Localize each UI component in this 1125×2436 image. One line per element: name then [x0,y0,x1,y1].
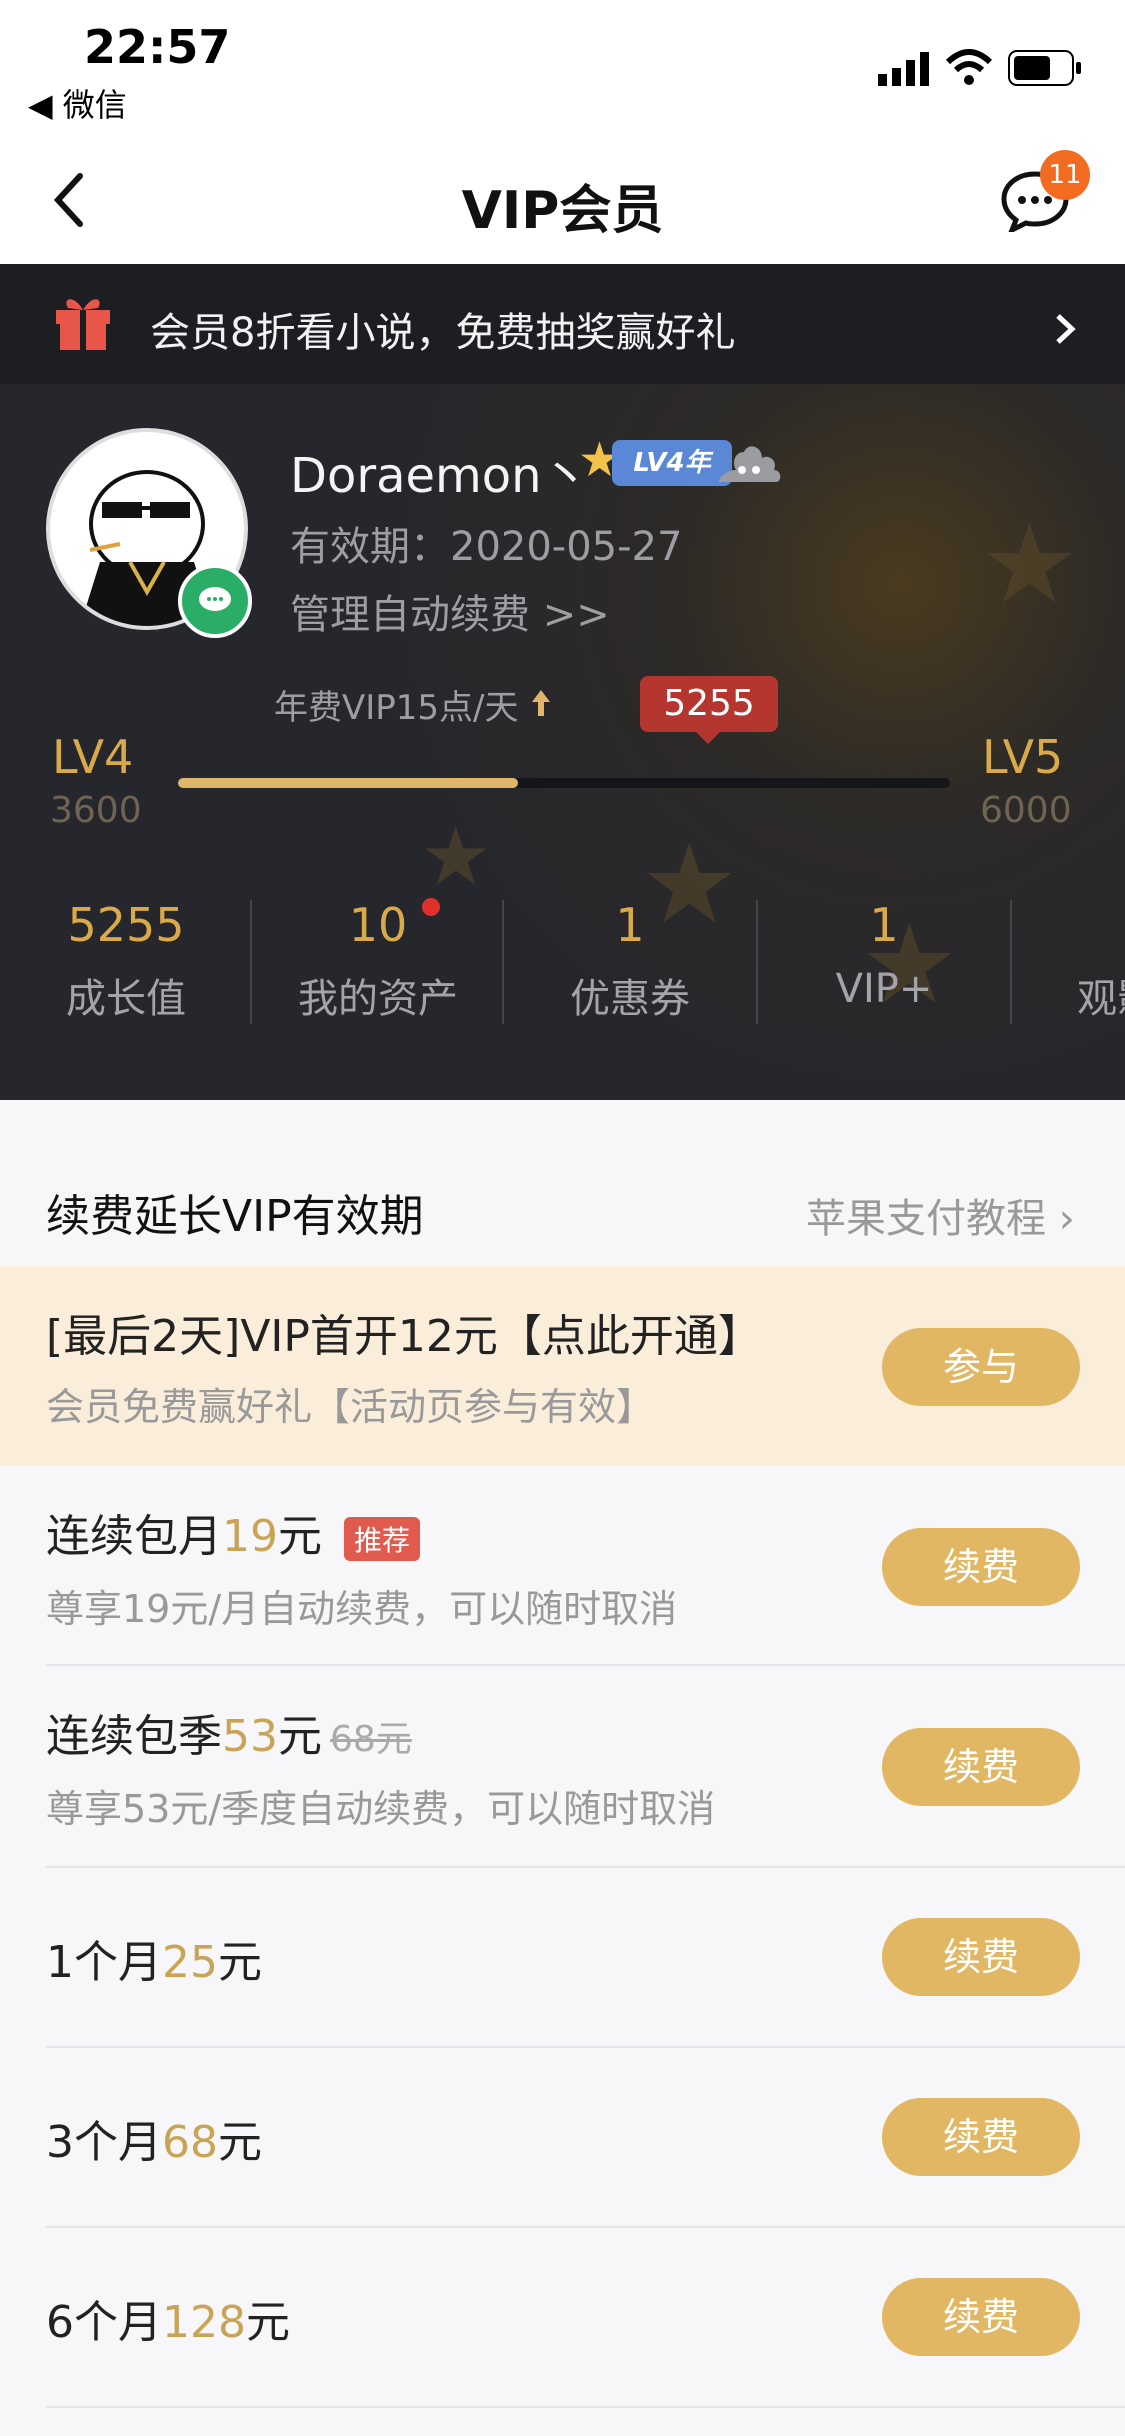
stat-value: 10 [348,898,408,952]
expiration-date: 有效期：2020-05-27 [290,524,683,570]
renew-button[interactable]: 续费 [882,1728,1080,1806]
plan-price: 53 [222,1711,278,1762]
original-price: 68元 [330,1719,412,1760]
row-separator [46,1866,1125,1868]
plan-prefix: 连续包季 [46,1711,222,1762]
message-count-badge: 11 [1040,150,1090,200]
wifi-icon [945,48,993,90]
apple-pay-tutorial-link[interactable]: 苹果支付教程 › [806,1186,1075,1244]
renew-button[interactable]: 续费 [882,1918,1080,1996]
recommend-badge: 推荐 [344,1517,421,1561]
stat-value [1077,898,1125,952]
row-separator [46,1664,1125,1666]
plan-suffix: 元 [218,1937,262,1988]
plan-price: 128 [162,2297,246,2348]
level-progress-fill [178,778,518,788]
star-decoration-icon: ★ [420,810,492,903]
page-title: VIP会员 [461,181,664,241]
banner-chevron-right-icon [1054,312,1076,350]
stat-label: 我的资产 [298,976,458,1022]
stat-label: 观影 [1077,976,1125,1022]
stat-value: 5255 [67,898,185,952]
plan-prefix: 6个月 [46,2297,162,2348]
status-time: 22:57 [84,20,231,74]
section-title: 续费延长VIP有效期 [46,1191,424,1242]
plan-suffix: 元 [278,1711,322,1762]
stat-movies[interactable]: 观影 [1012,898,1125,1028]
renew-button[interactable]: 续费 [882,2098,1080,2176]
plan-prefix: 3个月 [46,2117,162,2168]
plan-subtitle: 尊享53元/季度自动续费，可以随时取消 [46,1787,716,1831]
stat-label: VIP+ [835,966,933,1012]
stat-value: 1 [869,898,899,952]
plan-prefix: 1个月 [46,1937,162,1988]
banner-text: 会员8折看小说，免费抽奖赢好礼 [150,310,736,356]
plan-price: 68 [162,2117,218,2168]
stat-growth[interactable]: 5255 成长值 [0,898,252,1024]
poop-badge-icon [712,430,784,494]
stat-coupons[interactable]: 1 优惠券 [504,898,756,1024]
renew-button[interactable]: 续费 [882,1528,1080,1606]
notification-dot [422,898,440,916]
promo-title: [最后2天]VIP首开12元【点此开通】 [46,1311,762,1362]
growth-value-tooltip: 5255 [640,676,778,732]
row-separator [46,2226,1125,2228]
row-separator [46,2046,1125,2048]
stat-vip-plus[interactable]: 1 VIP+ [758,898,1010,1012]
tooltip-pointer [694,730,722,744]
wechat-icon [178,564,252,638]
gift-icon [54,290,112,356]
join-button[interactable]: 参与 [882,1328,1080,1406]
current-level: LV4 [52,730,134,784]
tutorial-link-label: 苹果支付教程 [806,1196,1046,1242]
chevron-right-icon: › [1058,1196,1075,1242]
plan-price: 19 [222,1511,278,1562]
promo-subtitle: 会员免费赢好礼【活动页参与有效】 [46,1385,655,1429]
manage-auto-renew-link[interactable]: 管理自动续费 >> [290,582,610,640]
username: Doraemon丶 [290,448,590,504]
stat-label: 优惠券 [570,976,690,1022]
next-level-points: 6000 [980,790,1072,831]
plan-suffix: 元 [245,2297,290,2348]
plan-suffix: 元 [218,2117,262,2168]
stat-assets[interactable]: 10 我的资产 [252,898,504,1024]
battery-icon [1008,50,1084,90]
renew-button[interactable]: 续费 [882,2278,1080,2356]
next-level: LV5 [982,730,1064,784]
back-to-wechat-link[interactable]: ◀ 微信 [28,80,127,126]
row-separator [46,2406,1125,2408]
signal-icon [878,52,934,90]
year-fee-label: 年费VIP15点/天 [274,688,519,728]
plan-prefix: 连续包月 [46,1511,222,1562]
stat-label: 成长值 [66,976,186,1022]
plan-title: 6个月128元 [46,2286,290,2350]
plan-title: 连续包季53元 68元 [46,1700,412,1764]
arrow-up-icon [530,688,552,722]
plan-title: 3个月68元 [46,2106,262,2170]
stat-value: 1 [615,898,645,952]
plan-price: 25 [162,1937,218,1988]
plan-title: 1个月25元 [46,1926,262,1990]
current-level-points: 3600 [50,790,142,831]
plan-suffix: 元 [278,1511,322,1562]
plan-title: 连续包月19元 推荐 [46,1500,421,1564]
plan-subtitle: 尊享19元/月自动续费，可以随时取消 [46,1587,678,1631]
star-decoration-icon: ★ [980,500,1079,628]
